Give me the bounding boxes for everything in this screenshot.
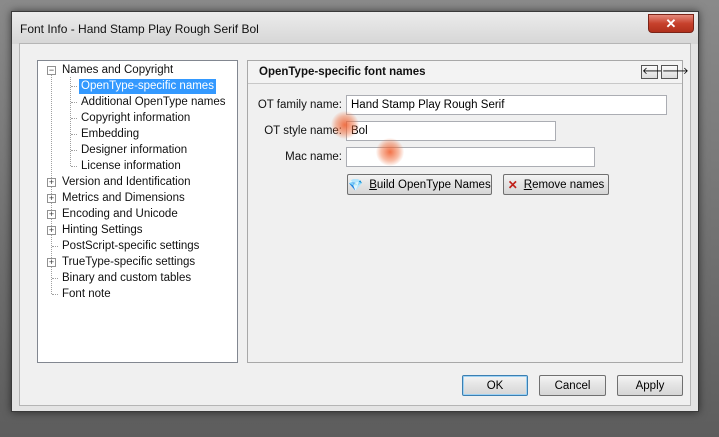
tree-item-label: Hinting Settings <box>62 224 143 236</box>
next-page-button[interactable]: 🡒 <box>661 65 689 79</box>
tree-item-label: Designer information <box>81 144 188 156</box>
ot-style-name-label: OT style name: <box>264 125 342 137</box>
build-button-label: Build OpenType Names <box>369 178 491 191</box>
tree-item-label: Version and Identification <box>62 176 191 188</box>
title-bar[interactable]: Font Info - Hand Stamp Play Rough Serif … <box>12 12 698 44</box>
tree-item-hinting-settings[interactable]: + Hinting Settings <box>38 223 237 238</box>
expand-icon[interactable]: + <box>47 210 56 219</box>
tree-item-label: Names and Copyright <box>62 64 174 76</box>
tree-item-label: TrueType-specific settings <box>62 256 196 268</box>
collapse-icon[interactable]: − <box>47 66 56 75</box>
gem-icon: 💎 <box>348 177 364 192</box>
tree-item-names-and-copyright[interactable]: − Names and Copyright <box>38 63 237 78</box>
tree-connector <box>71 102 77 103</box>
tree-item-label: PostScript-specific settings <box>62 240 200 252</box>
tree-connector <box>71 118 77 119</box>
tree-item-label: Encoding and Unicode <box>62 208 178 220</box>
tree-connector <box>71 150 77 151</box>
tree-connector <box>71 166 77 167</box>
ot-family-name-label: OT family name: <box>257 99 342 111</box>
remove-button-label: Remove names <box>523 178 605 191</box>
tree-item-opentype-specific-names[interactable]: OpenType-specific names <box>38 79 237 94</box>
tree-item-copyright-information[interactable]: Copyright information <box>38 111 237 126</box>
tree-item-license-information[interactable]: License information <box>38 159 237 174</box>
mac-name-input[interactable] <box>346 147 595 167</box>
tree-item-designer-information[interactable]: Designer information <box>38 143 237 158</box>
remove-names-button[interactable]: ✕ Remove names <box>503 174 609 195</box>
tree-item-version-and-identification[interactable]: + Version and Identification <box>38 175 237 190</box>
tree-item-truetype-specific-settings[interactable]: + TrueType-specific settings <box>38 255 237 270</box>
tree-item-label: Copyright information <box>81 112 191 124</box>
ot-style-name-input[interactable] <box>346 121 556 141</box>
mac-name-label: Mac name: <box>285 151 342 163</box>
cancel-button[interactable]: Cancel <box>539 375 606 396</box>
tree-item-embedding[interactable]: Embedding <box>38 127 237 142</box>
tree-item-encoding-and-unicode[interactable]: + Encoding and Unicode <box>38 207 237 222</box>
tree-connector <box>52 278 58 279</box>
close-icon: ✕ <box>665 16 677 31</box>
opentype-names-panel: OpenType-specific font names 🡐 🡒 OT fami… <box>247 60 689 363</box>
panel-header: OpenType-specific font names 🡐 🡒 <box>248 61 689 84</box>
tree-item-label: Font note <box>62 288 111 300</box>
expand-icon[interactable]: + <box>47 226 56 235</box>
expand-icon[interactable]: + <box>47 258 56 267</box>
build-opentype-names-button[interactable]: 💎 Build OpenType Names <box>347 174 492 195</box>
tree-connector <box>71 134 77 135</box>
font-info-dialog: Font Info - Hand Stamp Play Rough Serif … <box>11 11 699 412</box>
tree-item-additional-opentype-names[interactable]: Additional OpenType names <box>38 95 237 110</box>
tree-item-label: OpenType-specific names <box>79 79 216 94</box>
tree-item-metrics-and-dimensions[interactable]: + Metrics and Dimensions <box>38 191 237 206</box>
tree-item-label: Metrics and Dimensions <box>62 192 185 204</box>
tree-item-binary-and-custom-tables[interactable]: Binary and custom tables <box>38 271 237 286</box>
expand-icon[interactable]: + <box>47 194 56 203</box>
panel-title: OpenType-specific font names <box>259 66 426 78</box>
expand-icon[interactable]: + <box>47 178 56 187</box>
tree-item-postscript-specific-settings[interactable]: PostScript-specific settings <box>38 239 237 254</box>
apply-button[interactable]: Apply <box>617 375 683 396</box>
ot-family-name-input[interactable] <box>346 95 667 115</box>
remove-icon: ✕ <box>507 177 518 192</box>
dialog-client-area: − Names and Copyright OpenType-specific … <box>19 43 691 406</box>
tree-item-label: Binary and custom tables <box>62 272 192 284</box>
tree-connector <box>71 86 77 87</box>
tree-item-label: Additional OpenType names <box>81 96 226 108</box>
ok-button[interactable]: OK <box>462 375 528 396</box>
settings-tree[interactable]: − Names and Copyright OpenType-specific … <box>37 60 238 363</box>
window-title: Font Info - Hand Stamp Play Rough Serif … <box>20 22 259 36</box>
previous-page-button[interactable]: 🡐 <box>641 65 669 79</box>
close-button[interactable]: ✕ <box>648 14 694 33</box>
tree-connector <box>52 294 58 295</box>
tree-connector <box>52 246 58 247</box>
tree-item-label: Embedding <box>81 128 140 140</box>
arrow-right-icon: 🡒 <box>662 66 689 77</box>
tree-item-font-note[interactable]: Font note <box>38 287 237 302</box>
tree-item-label: License information <box>81 160 181 172</box>
